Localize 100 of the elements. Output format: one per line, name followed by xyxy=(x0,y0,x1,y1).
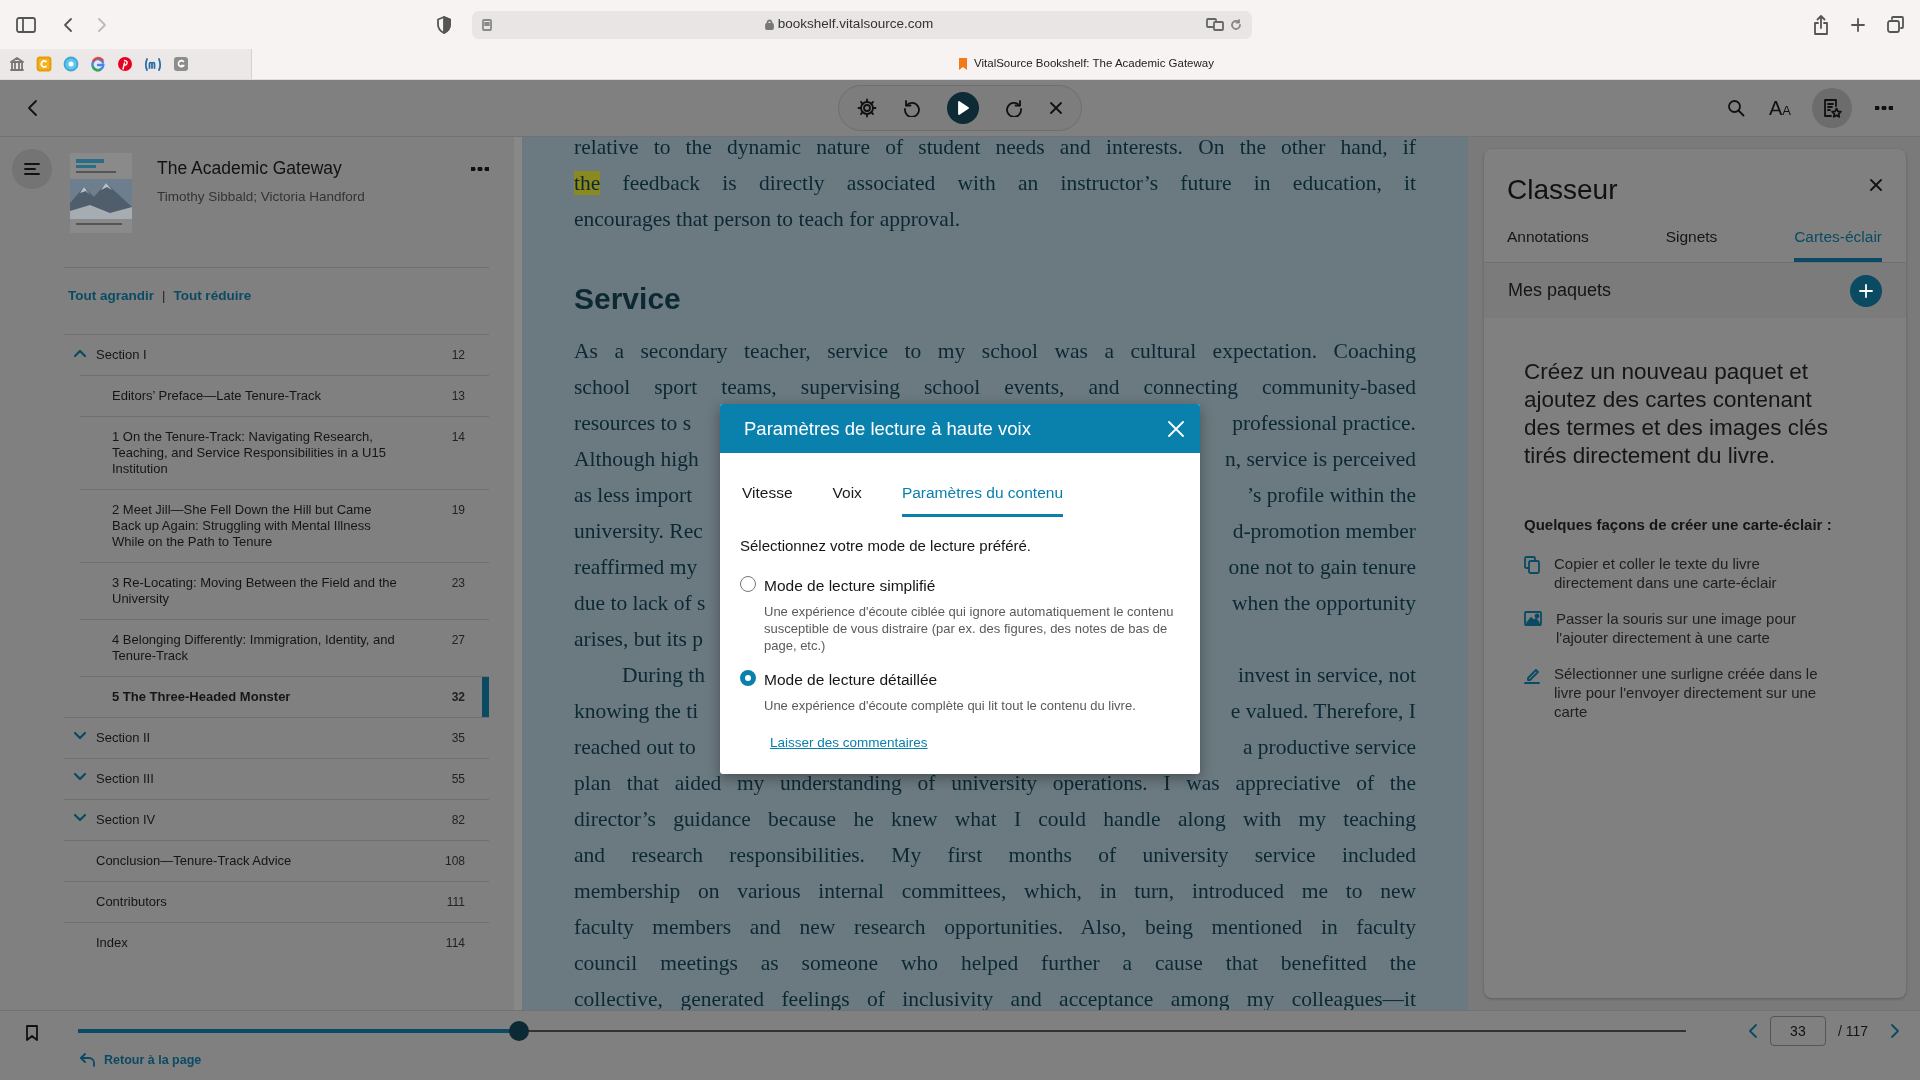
toc-item[interactable]: 2 Meet Jill—She Fell Down the Hill but Came Back up Again: Struggling with Mental Illness While on the Path to Tenure 19 xyxy=(80,489,489,562)
menu-button[interactable] xyxy=(12,149,52,189)
text-fragment: due to lack of s xyxy=(574,590,706,617)
option-description: Une expérience d'écoute ciblée qui ignore automatiquement le contenu susceptible de vous distraire (par ex. des figures, des notes de bas de page, etc.) xyxy=(763,603,1175,654)
collapse-all-link[interactable]: Tout réduire xyxy=(173,285,252,307)
text-fragment: During th xyxy=(622,662,705,689)
text-fragment: one not to gain tenure xyxy=(1228,554,1416,581)
bookmark-button[interactable] xyxy=(24,1023,40,1043)
radio-option[interactable]: Mode de lecture détaillée xyxy=(740,668,1176,692)
toc-item[interactable]: 1 On the Tenure-Track: Navigating Research, Teaching, and Service Responsibilities in a U15 Institution 14 xyxy=(80,416,489,489)
chevron-down-icon[interactable] xyxy=(74,732,86,740)
slider-thumb[interactable] xyxy=(508,1021,529,1041)
translate-icon[interactable] xyxy=(1206,18,1224,31)
text-fragment: reaffirmed my xyxy=(574,554,698,581)
plus-icon[interactable] xyxy=(1851,17,1865,32)
radio-option[interactable]: Mode de lecture simplifié xyxy=(740,573,1176,597)
font-size-button[interactable]: AA xyxy=(1768,88,1792,128)
sidebar-icon[interactable] xyxy=(16,16,36,33)
reload-icon[interactable] xyxy=(1230,18,1242,31)
tag-icon xyxy=(958,57,969,71)
close-button[interactable] xyxy=(1049,101,1063,115)
feedback-link[interactable]: Laisser des commentaires xyxy=(770,735,928,751)
address-bar[interactable]: bookshelf.vitalsource.com xyxy=(472,10,1252,39)
close-button[interactable] xyxy=(1870,179,1882,191)
search-icon xyxy=(1727,99,1745,117)
rewind-button[interactable] xyxy=(903,99,921,117)
undo-icon xyxy=(80,1053,96,1068)
toc-item[interactable]: Section II 35 xyxy=(64,717,489,758)
pin-icon[interactable] xyxy=(117,56,133,72)
toc-item[interactable]: Section I 12 xyxy=(64,334,489,375)
dialog-title: Paramètres de lecture à haute voix xyxy=(744,416,1031,441)
text-line: council meetings as someone who helped further a cause that benefitted the xyxy=(574,950,1416,977)
toc-item[interactable]: Section IV 82 xyxy=(64,799,489,840)
text-fragment: when the opportunity xyxy=(1232,590,1416,617)
text-fragment: e valued. Therefore, I xyxy=(1230,698,1416,725)
back-icon xyxy=(26,99,38,117)
tips-title: Quelques façons de créer une carte-éclair : xyxy=(1523,515,1833,536)
chevron-down-icon[interactable] xyxy=(74,814,86,822)
dialog-prompt: Sélectionnez votre mode de lecture préféré. xyxy=(740,536,1032,557)
droplet-icon[interactable] xyxy=(63,56,79,72)
progress-slider[interactable] xyxy=(78,1021,1686,1041)
text-fragment: resources to s xyxy=(574,410,692,437)
tab-title[interactable]: VitalSource Bookshelf: The Academic Gateway xyxy=(974,55,1214,73)
share-icon[interactable] xyxy=(1813,14,1829,35)
text-line: and research responsibilities. My first months of university service included xyxy=(574,842,1416,869)
book-title: The Academic Gateway xyxy=(157,157,343,180)
separator: | xyxy=(162,287,166,306)
decks-label: Mes paquets xyxy=(1508,279,1612,303)
text-line: faculty members and new research opportunities. Also, being mentioned in faculty xyxy=(574,914,1416,941)
page-icon[interactable] xyxy=(482,18,492,31)
play-button[interactable] xyxy=(947,92,979,124)
tab[interactable]: Voix xyxy=(832,481,862,518)
toc-item[interactable]: Editors’ Preface—Late Tenure-Track 13 xyxy=(80,375,489,416)
toc-item[interactable]: Index 114 xyxy=(64,922,489,963)
more-icon xyxy=(1875,106,1893,110)
tip-text: Sélectionner une surligne créée dans le livre pour l'envoyer directement sur une carte xyxy=(1554,663,1819,721)
page-total: / 117 xyxy=(1837,1021,1868,1041)
radio-button[interactable] xyxy=(740,670,756,686)
previous-page-button[interactable] xyxy=(1747,1023,1758,1039)
chevron-down-icon[interactable] xyxy=(74,773,86,781)
square-icon[interactable] xyxy=(173,56,189,72)
toc-item[interactable]: Contributors 111 xyxy=(64,881,489,922)
add-button[interactable] xyxy=(1850,274,1882,307)
toc-item[interactable]: Section III 55 xyxy=(64,758,489,799)
tab[interactable]: Paramètres du contenu xyxy=(901,481,1063,518)
toc-item[interactable]: Conclusion—Tenure-Track Advice 108 xyxy=(64,840,489,881)
text-line: relative to the dynamic nature of student needs and interests. On the other hand, if xyxy=(574,137,1416,161)
toc-item[interactable]: 5 The Three-Headed Monster 32 xyxy=(80,676,489,717)
back-to-page-link[interactable]: Retour à la page xyxy=(80,1051,202,1070)
text-line: plan that aided my understanding of university operations. I was appreciative of the xyxy=(574,770,1416,797)
toc-item[interactable]: 3 Re-Locating: Moving Between the Field and the University 23 xyxy=(80,562,489,619)
tab[interactable]: Annotations xyxy=(1507,225,1589,263)
expand-all-link[interactable]: Tout agrandir xyxy=(68,285,154,307)
intro-text: Créez un nouveau paquet et ajoutez des cartes contenant des termes et des images clés tirés directement du livre. xyxy=(1523,358,1829,471)
notebook-button[interactable] xyxy=(1812,88,1852,128)
next-page-button[interactable] xyxy=(1890,1023,1900,1039)
plus-icon xyxy=(1859,283,1873,298)
url-text[interactable]: bookshelf.vitalsource.com xyxy=(777,14,934,35)
close-icon xyxy=(1049,101,1063,115)
shield-icon[interactable] xyxy=(436,15,452,34)
text-fragment: university. Rec xyxy=(574,518,703,545)
building-icon[interactable] xyxy=(9,56,25,72)
tabs-icon[interactable] xyxy=(1887,16,1904,33)
text-fragment: n, service is perceived xyxy=(1224,446,1416,473)
tab[interactable]: Vitesse xyxy=(742,481,793,518)
toc-item[interactable]: 4 Belonging Differently: Immigration, Identity, and Tenure-Track 27 xyxy=(80,619,489,676)
text-line: the feedback is directly associated with an instructor’s future in education, it xyxy=(574,170,1416,197)
text-line: encourages that person to teach for approval. xyxy=(574,206,962,233)
tab[interactable]: Signets xyxy=(1665,225,1718,263)
settings-button[interactable] xyxy=(857,98,877,118)
text-fragment: professional practice. xyxy=(1232,410,1416,437)
arc-icon[interactable] xyxy=(144,56,162,72)
option-description: Une expérience d'écoute complète qui lit tout le contenu du livre. xyxy=(763,697,1137,715)
text-fragment: reached out to xyxy=(574,734,696,761)
ring-icon[interactable] xyxy=(90,56,106,72)
chevron-up-icon[interactable] xyxy=(74,349,86,357)
page-field[interactable]: 33 xyxy=(1769,1016,1826,1046)
forward-button[interactable] xyxy=(1005,99,1023,117)
text-line: As a secondary teacher, service to my school was a cultural expectation. Coaching xyxy=(574,338,1416,365)
chevron-left-icon xyxy=(1747,1023,1758,1039)
